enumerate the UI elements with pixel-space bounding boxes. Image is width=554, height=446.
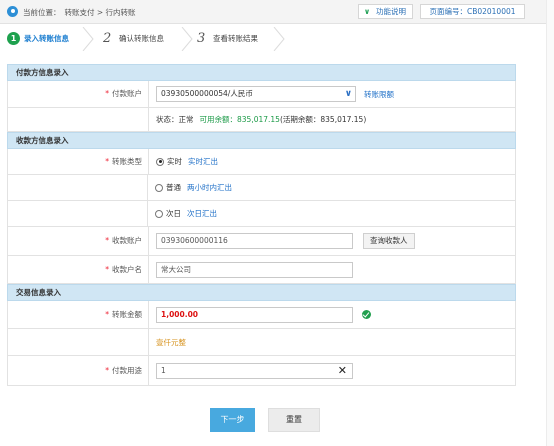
function-help-button[interactable]: ∨ 功能说明: [358, 4, 413, 19]
radio-description: 两小时内汇出: [187, 183, 232, 192]
reset-button[interactable]: 重置: [268, 408, 320, 432]
required-mark: *: [105, 236, 109, 245]
clear-icon[interactable]: ✕: [338, 364, 347, 378]
step-separator-icon: [273, 27, 285, 51]
step-separator-icon: [181, 27, 193, 51]
payee-name-label: 收款户名: [112, 265, 142, 274]
amount-row: * 转账金额 1,000.00: [7, 301, 516, 329]
next-step-button[interactable]: 下一步: [210, 408, 255, 432]
radio-label: 次日: [166, 209, 181, 218]
query-payee-button[interactable]: 查询收款人: [363, 233, 415, 249]
radio-description: 次日汇出: [187, 209, 217, 218]
breadcrumb-prefix: 当前位置：: [23, 8, 61, 17]
payee-account-input[interactable]: 03930600000116: [156, 233, 353, 249]
required-mark: *: [105, 265, 109, 274]
amount-upper-row: 壹仟元整: [7, 329, 516, 356]
payee-account-row: * 收款账户 03930600000116 查询收款人: [7, 227, 516, 256]
radio-option-normal[interactable]: 普通 两小时内汇出: [155, 175, 232, 200]
check-icon: [362, 310, 371, 319]
step-3-number: 3: [197, 31, 206, 46]
step-separator-icon: [82, 27, 94, 51]
radio-button[interactable]: [155, 209, 163, 218]
transfer-type-row: 次日 次日汇出: [7, 201, 516, 227]
top-bar: 当前位置： 转账支付 > 行内转账 ∨ 功能说明 页面编号：CB02010001: [0, 0, 554, 24]
radio-label: 普通: [166, 183, 181, 192]
radio-option-realtime[interactable]: 实时 实时汇出: [156, 149, 218, 174]
payee-section-title: 收款方信息录入: [7, 132, 516, 149]
transfer-form: 付款方信息录入 * 付款账户 03930500000054/人民币 ∨ 转账限额 状…: [7, 64, 516, 386]
transfer-type-row: 普通 两小时内汇出: [7, 175, 516, 201]
location-icon: [7, 6, 18, 17]
amount-label: 转账金额: [112, 310, 142, 319]
radio-button-checked[interactable]: [156, 157, 164, 166]
step-indicator: 1 录入转账信息 2 确认转账信息 3 查看转账结果: [0, 25, 554, 53]
transfer-limit-link[interactable]: 转账限额: [364, 89, 394, 100]
chevron-down-icon: ∨: [344, 89, 352, 99]
account-status: 状态：正常: [156, 115, 194, 124]
purpose-label: 付款用途: [112, 366, 142, 375]
required-mark: *: [105, 157, 109, 166]
chevron-down-icon: ∨: [364, 7, 371, 16]
form-actions: 下一步 重置: [0, 408, 554, 432]
step-2-number: 2: [103, 31, 112, 46]
payee-account-label: 收款账户: [112, 236, 142, 245]
payer-account-value: 03930500000054/人民币: [161, 89, 253, 98]
current-balance: (活期余额：835,017.15): [279, 115, 367, 124]
transaction-section-title: 交易信息录入: [7, 284, 516, 301]
amount-input[interactable]: 1,000.00: [156, 306, 353, 323]
available-balance: 可用余额：835,017.15: [199, 115, 280, 124]
payer-status-row: 状态：正常 可用余额：835,017.15 (活期余额：835,017.15): [7, 108, 516, 132]
purpose-input[interactable]: 1 ✕: [156, 362, 353, 379]
required-mark: *: [105, 366, 109, 375]
payer-account-select[interactable]: 03930500000054/人民币 ∨: [156, 86, 356, 102]
step-3-label: 查看转账结果: [213, 34, 258, 43]
page-number: 页面编号：CB02010001: [420, 4, 525, 19]
payee-name-input[interactable]: 常大公司: [156, 261, 353, 278]
step-2-label: 确认转账信息: [119, 34, 164, 43]
breadcrumb-path[interactable]: 转账支付 > 行内转账: [65, 8, 136, 17]
step-1-number: 1: [7, 32, 20, 45]
purpose-value: 1: [161, 365, 166, 375]
radio-option-next-day[interactable]: 次日 次日汇出: [155, 201, 217, 226]
breadcrumb: 当前位置： 转账支付 > 行内转账: [23, 7, 136, 18]
radio-label: 实时: [167, 157, 182, 166]
radio-description: 实时汇出: [188, 157, 218, 166]
required-mark: *: [105, 310, 109, 319]
payer-account-row: * 付款账户 03930500000054/人民币 ∨ 转账限额: [7, 81, 516, 108]
radio-button[interactable]: [155, 183, 163, 192]
payer-account-label: 付款账户: [112, 89, 142, 98]
payer-section-title: 付款方信息录入: [7, 64, 516, 81]
function-help-label: 功能说明: [376, 7, 406, 16]
transfer-type-label: 转账类型: [112, 157, 142, 166]
amount-in-words: 壹仟元整: [156, 337, 186, 347]
payee-name-row: * 收款户名 常大公司: [7, 256, 516, 284]
purpose-row: * 付款用途 1 ✕: [7, 356, 516, 386]
required-mark: *: [105, 89, 109, 98]
vertical-scrollbar[interactable]: [546, 0, 554, 446]
transfer-type-row: * 转账类型 实时 实时汇出: [7, 149, 516, 175]
step-1-label: 录入转账信息: [24, 34, 69, 43]
